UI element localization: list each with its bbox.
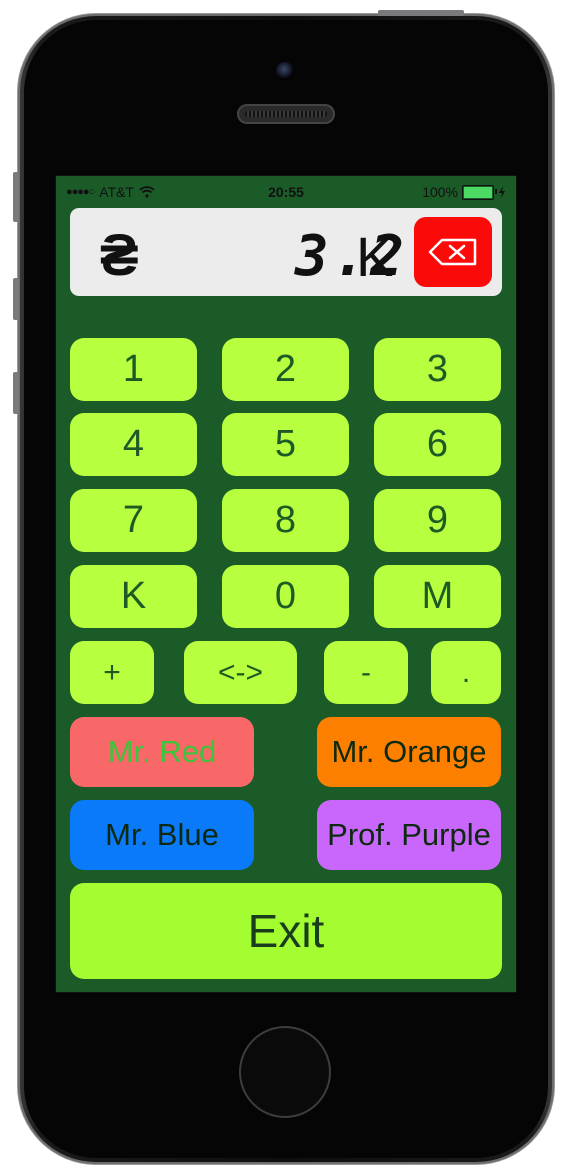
mr-blue-button[interactable]: Mr. Blue — [70, 800, 254, 870]
home-button[interactable] — [239, 1026, 331, 1118]
volume-down-button — [13, 372, 19, 414]
prof-purple-button[interactable]: Prof. Purple — [317, 800, 501, 870]
plus-button[interactable]: + — [70, 641, 154, 704]
mute-switch — [13, 172, 19, 222]
backspace-icon — [428, 238, 477, 266]
key-9[interactable]: 9 — [374, 489, 501, 552]
decimal-button[interactable]: . — [431, 641, 501, 704]
app-screen: ●●●●○ AT&T 20:55 100% ₴ 3.2 K 1 2 3 4 5 … — [55, 175, 517, 993]
mr-red-button[interactable]: Mr. Red — [70, 717, 254, 787]
charging-bolt-icon — [499, 186, 505, 198]
battery-percent: 100% — [422, 184, 458, 200]
mr-orange-button[interactable]: Mr. Orange — [317, 717, 501, 787]
amount-unit: K — [356, 225, 394, 288]
earpiece-speaker — [237, 104, 335, 124]
key-5[interactable]: 5 — [222, 413, 349, 476]
key-0[interactable]: 0 — [222, 565, 349, 628]
front-camera — [276, 62, 294, 80]
minus-button[interactable]: - — [324, 641, 408, 704]
key-2[interactable]: 2 — [222, 338, 349, 401]
status-right: 100% — [422, 184, 506, 200]
exit-button[interactable]: Exit — [70, 883, 502, 979]
currency-symbol: ₴ — [100, 223, 139, 288]
key-million[interactable]: M — [374, 565, 501, 628]
key-7[interactable]: 7 — [70, 489, 197, 552]
key-3[interactable]: 3 — [374, 338, 501, 401]
key-8[interactable]: 8 — [222, 489, 349, 552]
power-button — [378, 10, 464, 16]
volume-up-button — [13, 278, 19, 320]
key-4[interactable]: 4 — [70, 413, 197, 476]
swap-button[interactable]: <-> — [184, 641, 297, 704]
key-thousand[interactable]: K — [70, 565, 197, 628]
backspace-button[interactable] — [414, 217, 492, 287]
battery-icon — [462, 184, 497, 200]
status-bar: ●●●●○ AT&T 20:55 100% — [56, 176, 516, 206]
amount-display: ₴ 3.2 K — [70, 208, 502, 296]
key-1[interactable]: 1 — [70, 338, 197, 401]
key-6[interactable]: 6 — [374, 413, 501, 476]
